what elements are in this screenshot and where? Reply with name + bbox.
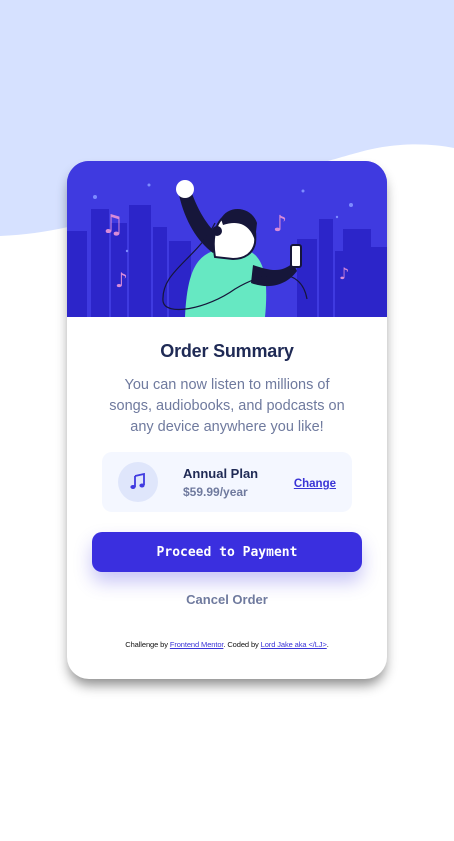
music-icon (118, 462, 158, 502)
svg-text:♪: ♪ (273, 212, 287, 237)
attribution-prefix: Challenge by (125, 640, 170, 649)
author-link[interactable]: Lord Jake aka </LJ> (261, 640, 327, 649)
order-summary-card: ♫ ♪ ♪ ♪ Order Summary You can now listen… (67, 161, 387, 679)
attribution-middle: . Coded by (223, 640, 261, 649)
svg-text:♪: ♪ (115, 268, 128, 292)
attribution-suffix: . (326, 640, 329, 649)
order-description: You can now listen to millions of songs,… (109, 377, 345, 435)
plan-price: $59.99/year (183, 485, 248, 499)
change-plan-link[interactable]: Change (294, 478, 336, 490)
svg-text:♪: ♪ (339, 264, 349, 283)
svg-text:♫: ♫ (101, 210, 124, 240)
cancel-order-button[interactable]: Cancel Order (67, 592, 387, 607)
plan-panel: Annual Plan $59.99/year Change (102, 452, 352, 512)
attribution: Challenge by Frontend Mentor. Coded by L… (67, 640, 387, 649)
hero-illustration: ♫ ♪ ♪ ♪ (67, 161, 387, 317)
page-title: Order Summary (160, 341, 294, 361)
proceed-to-payment-button[interactable]: Proceed to Payment (92, 532, 362, 572)
plan-name: Annual Plan (183, 466, 259, 481)
frontend-mentor-link[interactable]: Frontend Mentor (170, 640, 224, 649)
